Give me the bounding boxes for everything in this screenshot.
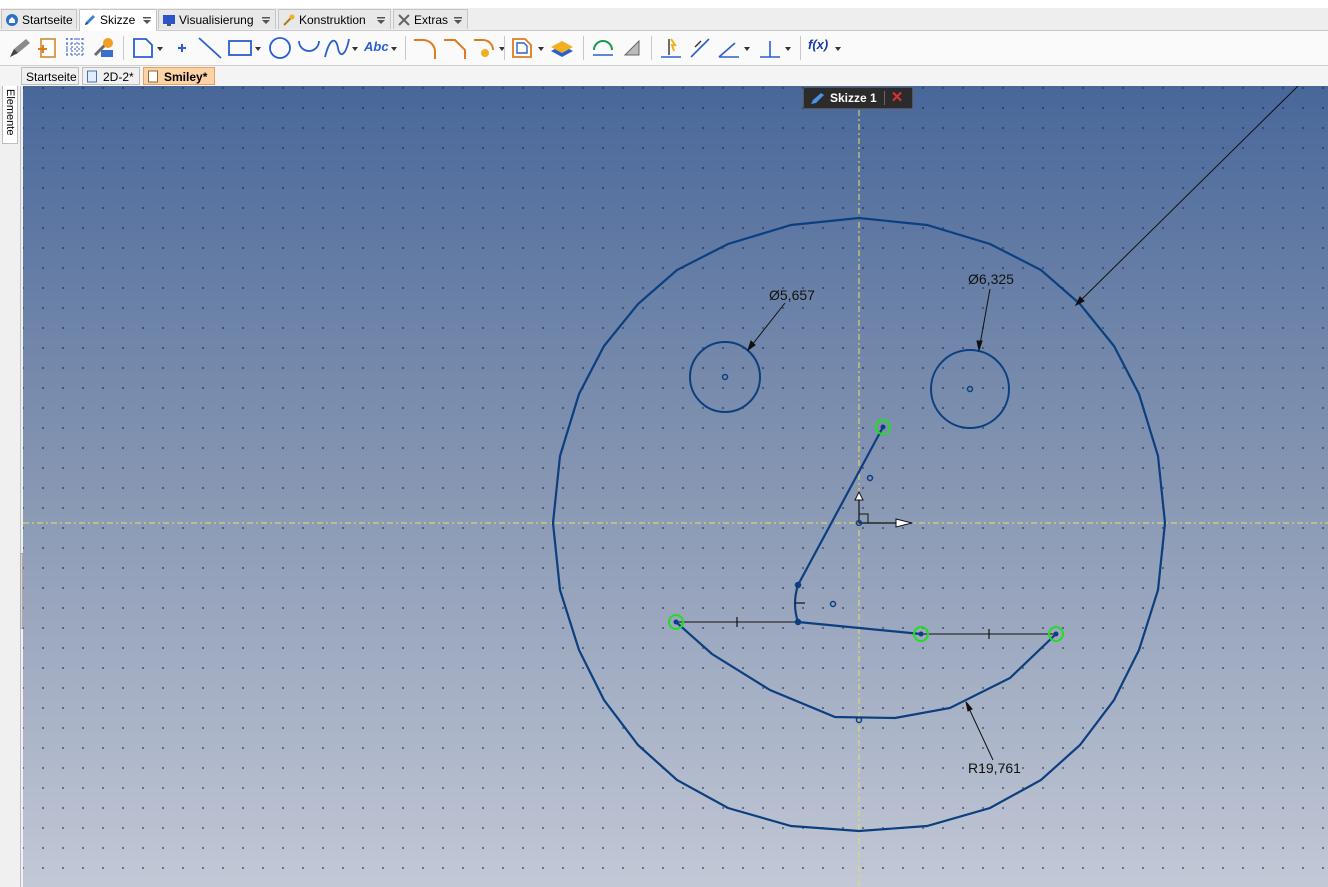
chevron-down-icon[interactable] [452,14,464,26]
doc-tab-label: 2D-2* [103,70,134,84]
side-panel: Elemente [0,66,21,887]
doc-tab-label: Smiley* [164,70,208,84]
tab-label: Startseite [22,13,73,27]
sketch-label: Skizze 1 [830,91,877,105]
origin-marker [854,490,913,528]
chamfer-icon[interactable] [441,35,469,61]
toolbar-separator [504,36,505,60]
tab-startseite[interactable]: Startseite [1,9,77,29]
right-eye-circle[interactable] [930,349,1010,429]
toolbar-separator [123,36,124,60]
chevron-down-icon [835,47,841,51]
document-icon [148,70,158,83]
selected-points[interactable] [668,419,1064,642]
side-tab-label: Elemente [4,89,16,136]
home-icon [6,14,18,26]
rectangle-icon[interactable] [226,35,264,61]
chevron-down-icon[interactable] [375,14,387,26]
monitor-icon [163,15,175,26]
rotate-icon[interactable] [590,35,616,61]
chevron-down-icon[interactable] [260,14,272,26]
sketch-pencil-icon [811,93,824,104]
tab-konstruktion[interactable]: Konstruktion [278,9,391,29]
tab-extras[interactable]: Extras [393,9,468,29]
dimension-mouth-radius[interactable]: R19,761 [968,760,1021,776]
close-sketch-button[interactable]: ✕ [888,90,906,106]
eraser-pencil-icon[interactable] [6,35,32,61]
toolbar-separator [800,36,801,60]
ribbon-tab-bar: Startseite Skizze Visualisierung Konstru… [0,8,1328,31]
chevron-down-icon[interactable] [141,14,153,26]
mirror-icon[interactable] [619,35,645,61]
circle-icon[interactable] [266,35,294,61]
tab-label: Visualisierung [179,13,254,27]
chevron-down-icon [391,47,397,51]
toolbar-separator [651,36,652,60]
sketch-geometry[interactable] [23,86,1328,887]
tab-label: Skizze [100,13,136,27]
nose-line[interactable] [797,426,884,586]
doc-tab-smiley[interactable]: Smiley* [143,67,215,85]
wand-icon [283,14,295,26]
new-sketch-icon[interactable] [35,35,61,61]
dimension-aligned-icon[interactable] [687,35,713,61]
dimension-left-eye[interactable]: Ø5,657 [769,287,815,303]
tab-label: Extras [414,13,449,27]
dimension-angle-icon[interactable] [715,35,753,61]
doc-tab-startseite[interactable]: Startseite [21,67,79,85]
pencil-icon [85,15,95,25]
arc-icon[interactable] [296,35,322,61]
tab-visualisierung[interactable]: Visualisierung [158,9,276,29]
fillet-icon[interactable] [411,35,439,61]
document-icon [87,70,97,83]
document-tab-bar: Startseite 2D-2* Smiley* [0,66,1328,86]
dimension-right-eye[interactable]: Ø6,325 [968,271,1014,287]
mouth-arc[interactable] [675,621,1057,720]
left-eye-circle[interactable] [689,341,761,413]
formula-tool[interactable]: f(x) [806,35,844,61]
text-tool-label: Abc [364,39,389,54]
tools-icon [398,14,410,26]
tab-skizze[interactable]: Skizze [79,9,157,31]
line-icon[interactable] [196,35,224,61]
settings-wrench-icon[interactable] [91,35,117,61]
sketch-context-tab[interactable]: Skizze 1 ✕ [803,87,913,109]
spline-icon[interactable] [322,35,360,61]
trim-icon[interactable] [471,35,507,61]
constraint-perpendicular-icon[interactable] [756,35,794,61]
polyline-icon[interactable] [130,35,166,61]
sketch-toolbar: Abc f(x) [0,31,1328,66]
offset-icon[interactable] [509,35,547,61]
toolbar-separator [583,36,584,60]
dimension-leaders [747,86,1299,761]
sketch-points[interactable] [721,373,974,724]
drawing-canvas[interactable]: Ø5,657 Ø6,325 R19,761 [23,86,1328,887]
layer-icon[interactable] [548,35,576,61]
grid-icon[interactable] [63,35,89,61]
point-icon[interactable] [172,35,192,61]
formula-tool-label: f(x) [808,37,829,52]
tab-label: Konstruktion [299,13,366,27]
text-tool[interactable]: Abc [362,35,402,61]
doc-tab-label: Startseite [26,70,77,84]
toolbar-separator [405,36,406,60]
dimension-vertical-icon[interactable] [657,35,685,61]
sketch-tab-separator [884,91,885,105]
doc-tab-2d-2[interactable]: 2D-2* [82,67,140,85]
